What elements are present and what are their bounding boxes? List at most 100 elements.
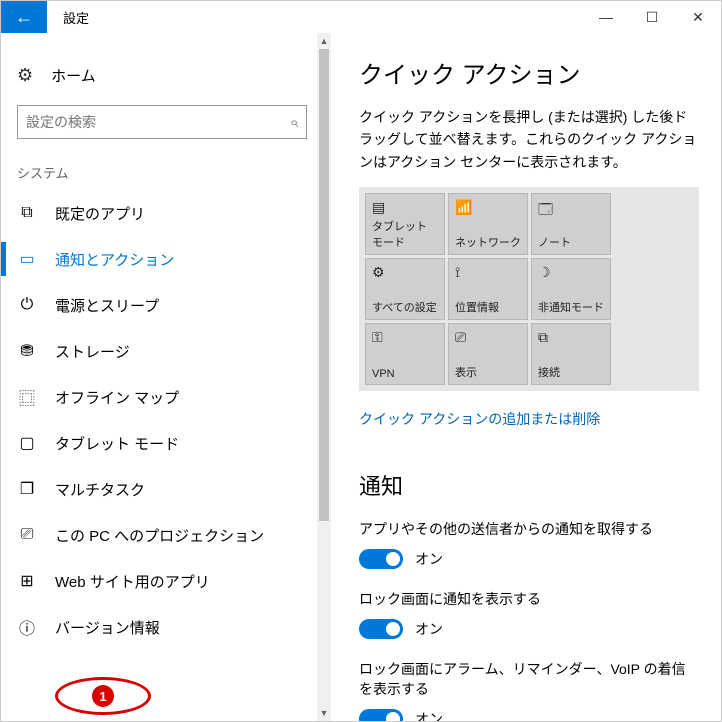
tile-label: ノート <box>538 234 604 250</box>
project-icon: ⎚ <box>17 526 37 544</box>
tile-icon: ⧉ <box>538 329 604 347</box>
search-icon: ⌕ <box>290 114 298 131</box>
sidebar-item-multitask[interactable]: ❐ マルチタスク <box>1 466 331 512</box>
toggle-state: オン <box>415 709 443 721</box>
sidebar-item-tablet[interactable]: ▢タブレット モード <box>1 420 331 466</box>
page-heading: クイック アクション <box>359 55 697 90</box>
sidebar: ⚙ ホーム ⌕ システム ⧉ 既定のアプリ ▭ 通知とアクション ⏻ 電源とスリープ ⛃ スト… <box>1 33 331 721</box>
sidebar-item-notification[interactable]: ▭ 通知とアクション <box>1 236 331 282</box>
tile-icon: ⎚ <box>455 329 521 347</box>
tile-icon: ⚿ <box>372 329 438 347</box>
toggle-row: アプリやその他の送信者からの通知を取得するオン <box>359 519 697 569</box>
sidebar-item-label: ストレージ <box>55 341 130 362</box>
toggle-control: オン <box>359 549 697 569</box>
back-button[interactable]: ← <box>1 1 47 33</box>
sidebar-item-power[interactable]: ⏻ 電源とスリープ <box>1 282 331 328</box>
storage-icon: ⛃ <box>17 341 37 361</box>
quick-action-tile[interactable]: ⚿ VPN <box>365 323 445 385</box>
sidebar-item-webapps[interactable]: ⊞Web サイト用のアプリ <box>1 558 331 604</box>
tile-label: VPN <box>372 368 438 380</box>
sidebar-scrollbar[interactable]: ▲ ▼ <box>317 33 331 721</box>
tile-label: ネットワーク <box>455 234 521 250</box>
quick-action-grid: ▤タブレット モード 📶 ネットワーク 🗔 ノート ⚙ すべての設定 ⟟ 位置情報 ☽ 非通知モード… <box>359 187 699 391</box>
home-button[interactable]: ⚙ ホーム <box>1 55 331 95</box>
tile-label: 接続 <box>538 364 604 380</box>
window-buttons: — ☐ ✕ <box>583 1 721 33</box>
notification-icon: ▭ <box>17 249 37 269</box>
toggle-label: アプリやその他の送信者からの通知を取得する <box>359 519 697 539</box>
toggle-label: ロック画面にアラーム、リマインダー、VoIP の着信を表示する <box>359 659 697 699</box>
power-icon: ⏻ <box>17 296 37 314</box>
toggle-state: オン <box>415 619 443 639</box>
toggle-switch[interactable] <box>359 549 403 569</box>
sidebar-item-label: 既定のアプリ <box>55 203 145 224</box>
sidebar-item-label: バージョン情報 <box>55 617 160 638</box>
search-box[interactable]: ⌕ <box>17 105 307 139</box>
gear-icon: ⚙ <box>17 65 33 86</box>
quick-action-tile[interactable]: ⎚ 表示 <box>448 323 528 385</box>
tile-icon: 📶 <box>455 199 521 217</box>
quick-action-tile[interactable]: ⟟ 位置情報 <box>448 258 528 320</box>
sidebar-category: システム <box>1 149 331 190</box>
annotation-number: 1 <box>99 689 106 704</box>
tile-label: すべての設定 <box>372 299 438 315</box>
quick-action-tile[interactable]: ⧉ 接続 <box>531 323 611 385</box>
sidebar-item-label: マルチタスク <box>55 479 145 500</box>
sidebar-item-app-default[interactable]: ⧉ 既定のアプリ <box>1 190 331 236</box>
toggle-switch[interactable] <box>359 619 403 639</box>
section-heading-notifications: 通知 <box>359 469 697 501</box>
tile-label: 非通知モード <box>538 299 604 315</box>
home-label: ホーム <box>51 65 96 86</box>
multitask-icon: ❐ <box>17 479 37 499</box>
tile-icon: ☽ <box>538 264 604 282</box>
tile-icon: 🗔 <box>538 199 604 217</box>
tile-label: 位置情報 <box>455 299 521 315</box>
sidebar-item-project[interactable]: ⎚ この PC へのプロジェクション <box>1 512 331 558</box>
sidebar-item-storage[interactable]: ⛃ ストレージ <box>1 328 331 374</box>
tile-label: タブレット モード <box>372 218 438 250</box>
settings-window: ← 設定 — ☐ ✕ ⚙ ホーム ⌕ システム ⧉ 既定のアプリ ▭ 通知とアクション… <box>0 0 722 722</box>
quick-action-tile[interactable]: 📶 ネットワーク <box>448 193 528 255</box>
scroll-up-icon[interactable]: ▲ <box>317 33 331 49</box>
maximize-button[interactable]: ☐ <box>629 1 675 33</box>
sidebar-item-label: Web サイト用のアプリ <box>55 571 210 592</box>
sidebar-nav: ⧉ 既定のアプリ ▭ 通知とアクション ⏻ 電源とスリープ ⛃ ストレージ⿴オフライン マップ… <box>1 190 331 721</box>
scroll-down-icon[interactable]: ▼ <box>317 705 331 721</box>
quick-action-tile[interactable]: ▤タブレット モード <box>365 193 445 255</box>
sidebar-item-map[interactable]: ⿴オフライン マップ <box>1 374 331 420</box>
map-icon: ⿴ <box>17 385 37 409</box>
scroll-track[interactable] <box>317 49 331 705</box>
info-icon: ⓘ <box>17 615 37 639</box>
toggle-state: オン <box>415 549 443 569</box>
tile-icon: ⟟ <box>455 264 521 282</box>
close-button[interactable]: ✕ <box>675 1 721 33</box>
app-default-icon: ⧉ <box>17 204 37 222</box>
sidebar-item-label: 通知とアクション <box>55 249 174 270</box>
scroll-thumb[interactable] <box>319 49 329 521</box>
quick-action-tile[interactable]: ⚙ すべての設定 <box>365 258 445 320</box>
quick-action-edit-link[interactable]: クイック アクションの追加または削除 <box>359 409 697 429</box>
toggle-switch[interactable] <box>359 709 403 721</box>
tablet-icon: ▢ <box>17 433 37 453</box>
toggle-control: オン <box>359 709 697 721</box>
page-description: クイック アクションを長押し (または選択) した後ドラッグして並べ替えます。こ… <box>359 106 697 173</box>
main-panel: クイック アクション クイック アクションを長押し (または選択) した後ドラッ… <box>331 33 721 721</box>
quick-action-tile[interactable]: 🗔 ノート <box>531 193 611 255</box>
tile-icon: ⚙ <box>372 264 438 282</box>
toggle-control: オン <box>359 619 697 639</box>
minimize-button[interactable]: — <box>583 1 629 33</box>
tile-icon: ▤ <box>372 199 438 217</box>
search-input[interactable] <box>26 114 290 130</box>
content-area: ⚙ ホーム ⌕ システム ⧉ 既定のアプリ ▭ 通知とアクション ⏻ 電源とスリープ ⛃ スト… <box>1 33 721 721</box>
sidebar-item-info[interactable]: ⓘ バージョン情報 <box>1 604 331 650</box>
titlebar: ← 設定 — ☐ ✕ <box>1 1 721 33</box>
sidebar-item-label: オフライン マップ <box>55 387 179 408</box>
quick-action-tile[interactable]: ☽ 非通知モード <box>531 258 611 320</box>
toggle-row: ロック画面に通知を表示するオン <box>359 589 697 639</box>
tile-label: 表示 <box>455 364 521 380</box>
annotation-badge: 1 <box>92 685 114 707</box>
sidebar-item-label: 電源とスリープ <box>55 295 159 316</box>
toggle-row: ロック画面にアラーム、リマインダー、VoIP の着信を表示するオン <box>359 659 697 721</box>
sidebar-item-label: この PC へのプロジェクション <box>55 525 264 546</box>
window-title: 設定 <box>47 1 583 33</box>
